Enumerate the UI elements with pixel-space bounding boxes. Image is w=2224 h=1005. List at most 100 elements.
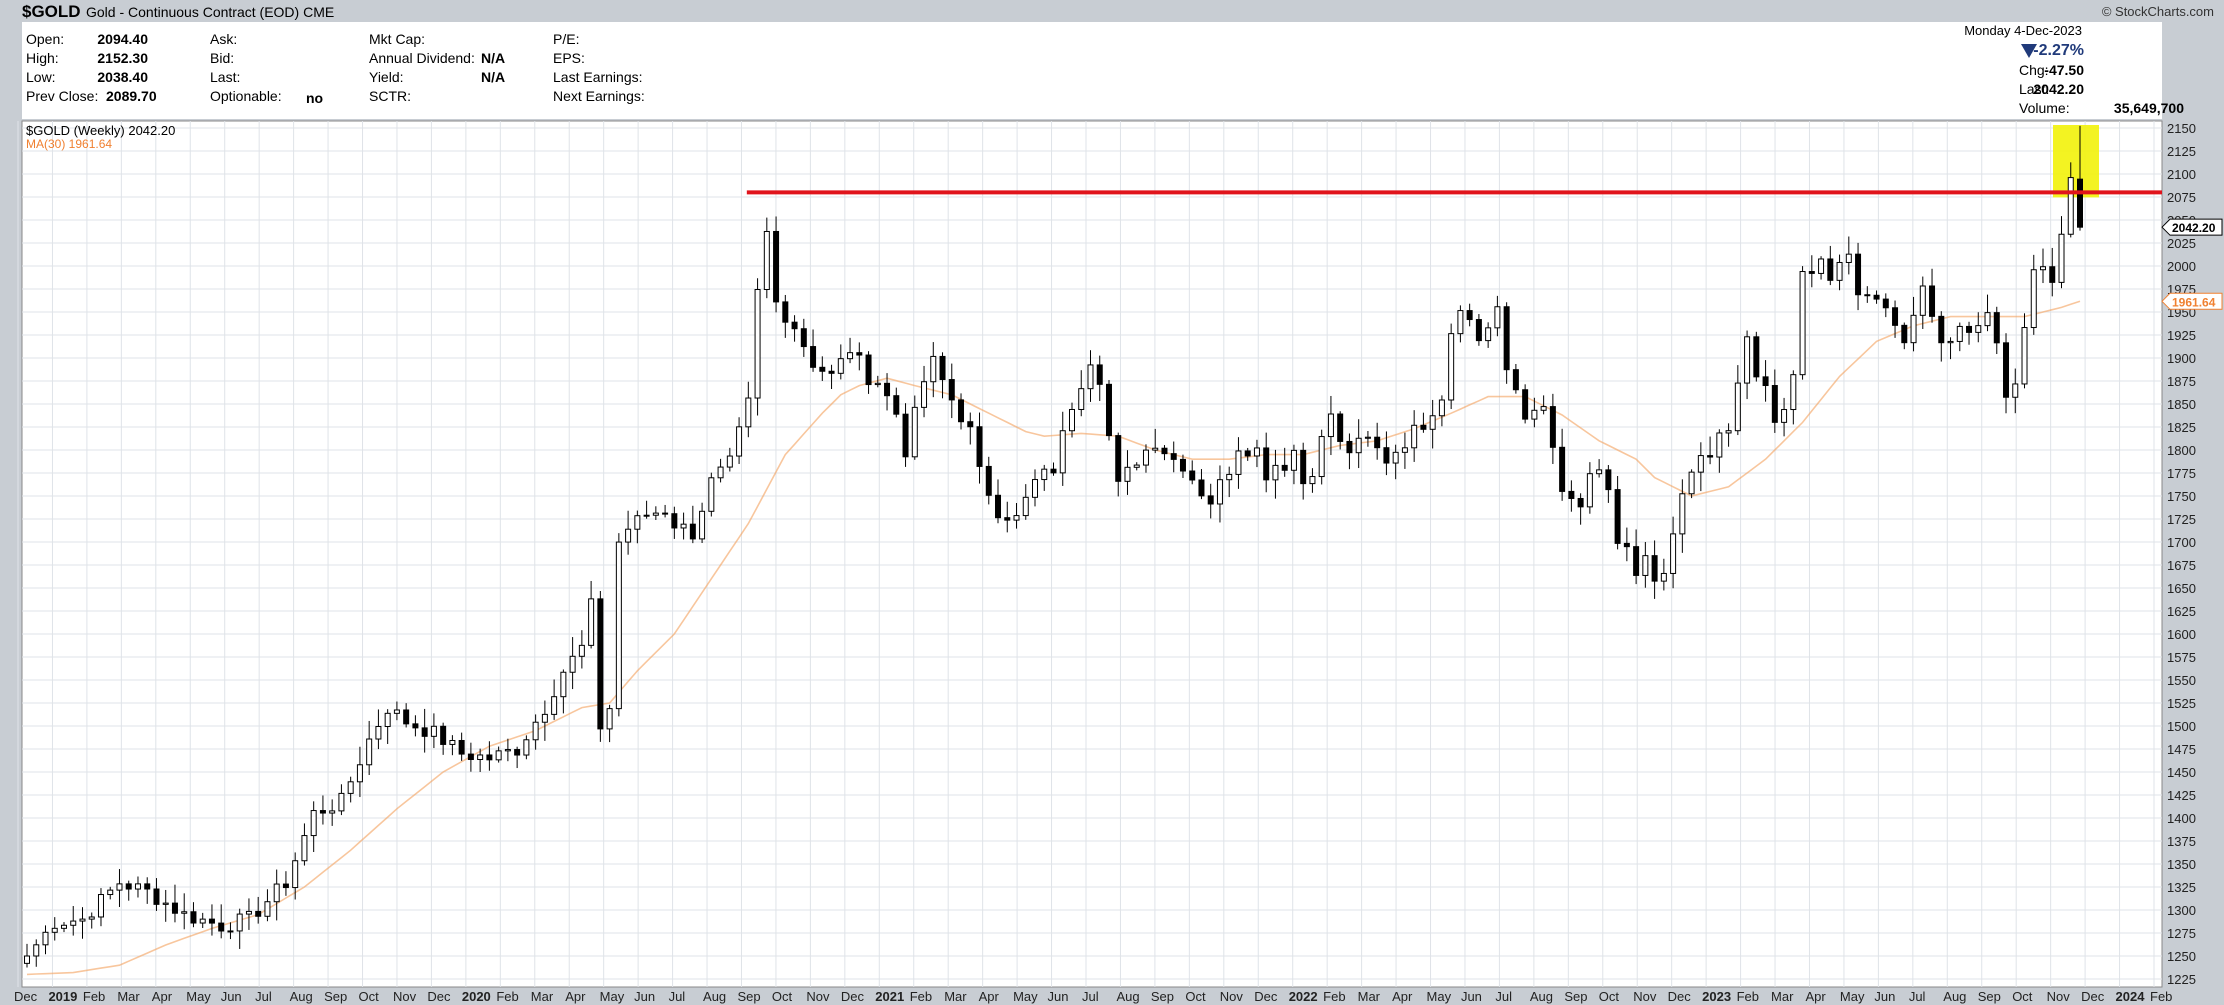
candle-body	[1966, 325, 1973, 333]
candle-body	[97, 894, 104, 918]
candle-body	[736, 426, 743, 457]
candle-body	[1781, 409, 1788, 423]
y-tick-label: 1575	[2167, 650, 2196, 665]
candle-body	[116, 883, 123, 891]
candle-body	[486, 754, 493, 761]
candle-body	[708, 477, 715, 512]
x-tick-label: Nov	[2047, 989, 2071, 1004]
candle-body	[1346, 440, 1353, 454]
x-tick-label: May	[1013, 989, 1038, 1004]
x-tick-label: Jul	[1495, 989, 1512, 1004]
candle-body	[1013, 515, 1020, 521]
candle-body	[1697, 455, 1704, 473]
candle-body	[1771, 385, 1778, 423]
x-tick-label: Sep	[324, 989, 347, 1004]
candle-body	[985, 465, 992, 496]
candle-body	[1864, 294, 1871, 297]
candle-body	[995, 494, 1002, 519]
x-tick-label: 2023	[1702, 989, 1731, 1004]
candle-body	[569, 655, 576, 673]
candle-body	[1540, 406, 1547, 411]
x-tick-label: Oct	[2012, 989, 2033, 1004]
candle-body	[1411, 424, 1418, 449]
x-tick-label: Sep	[1151, 989, 1174, 1004]
candle-body	[236, 913, 243, 932]
x-tick-label: Jul	[1082, 989, 1099, 1004]
candle-body	[828, 370, 835, 374]
y-tick-label: 1400	[2167, 811, 2196, 826]
candle-body	[412, 723, 419, 729]
candle-body	[1503, 306, 1510, 371]
candle-body	[1216, 479, 1223, 505]
candle-body	[1753, 336, 1760, 378]
candle-body	[763, 230, 770, 291]
candle-body	[477, 754, 484, 761]
x-tick-label: Apr	[1805, 989, 1826, 1004]
candle-body	[301, 835, 308, 862]
candle-body	[671, 513, 678, 529]
x-tick-label: Aug	[290, 989, 313, 1004]
candle-body	[597, 598, 604, 730]
candle-body	[2003, 342, 2010, 398]
x-tick-label: Apr	[979, 989, 1000, 1004]
legend-series: $GOLD (Weekly) 2042.20	[26, 123, 175, 138]
x-tick-label: Jul	[1909, 989, 1926, 1004]
y-tick-label: 1475	[2167, 742, 2196, 757]
candle-body	[837, 358, 844, 374]
candle-body	[495, 750, 502, 761]
candle-body	[1281, 464, 1288, 471]
x-tick-label: Oct	[1185, 989, 1206, 1004]
candle-body	[948, 379, 955, 401]
candle-body	[893, 395, 900, 415]
candle-body	[1670, 533, 1677, 574]
y-tick-label: 1250	[2167, 949, 2196, 964]
x-tick-label: Feb	[2150, 989, 2172, 1004]
candle-body	[190, 911, 197, 924]
candle-body	[1827, 258, 1834, 281]
y-tick-label: 1325	[2167, 880, 2196, 895]
y-tick-label: 1750	[2167, 489, 2196, 504]
x-tick-label: Mar	[531, 989, 554, 1004]
candle-body	[662, 512, 669, 515]
candle-body	[1651, 555, 1658, 582]
candle-body	[745, 397, 752, 428]
x-tick-label: Feb	[83, 989, 105, 1004]
x-tick-label: Aug	[703, 989, 726, 1004]
y-tick-label: 1425	[2167, 788, 2196, 803]
candle-body	[199, 918, 206, 924]
x-tick-label: May	[1840, 989, 1865, 1004]
candle-body	[652, 512, 659, 516]
candle-body	[310, 810, 317, 837]
breakout-highlight	[2053, 125, 2099, 198]
x-tick-label: Dec	[1668, 989, 1692, 1004]
x-tick-label: 2022	[1289, 989, 1318, 1004]
x-tick-label: May	[1427, 989, 1452, 1004]
candle-body	[1873, 294, 1880, 300]
candle-body	[1272, 464, 1279, 481]
candle-body	[1133, 464, 1140, 468]
candle-body	[1263, 447, 1270, 481]
candle-body	[1938, 315, 1945, 344]
y-tick-label: 2125	[2167, 144, 2196, 159]
candle-body	[1050, 468, 1057, 474]
y-tick-label: 1275	[2167, 926, 2196, 941]
candle-body	[1549, 406, 1556, 448]
candle-body	[1660, 572, 1667, 582]
candle-body	[2030, 269, 2037, 329]
candle-body	[541, 713, 548, 723]
candle-body	[856, 352, 863, 356]
x-tick-label: Jun	[221, 989, 242, 1004]
candle-body	[1152, 447, 1159, 451]
candle-body	[282, 883, 289, 889]
candle-body	[1022, 496, 1029, 517]
candle-body	[107, 889, 114, 896]
candle-body	[1947, 340, 1954, 344]
candle-body	[153, 888, 160, 905]
x-tick-label: Sep	[1978, 989, 2001, 1004]
candle-body	[1522, 389, 1529, 420]
candle-body	[467, 753, 474, 761]
candle-body	[643, 514, 650, 517]
candle-body	[208, 918, 215, 924]
candle-body	[421, 727, 428, 737]
candle-body	[532, 721, 539, 741]
